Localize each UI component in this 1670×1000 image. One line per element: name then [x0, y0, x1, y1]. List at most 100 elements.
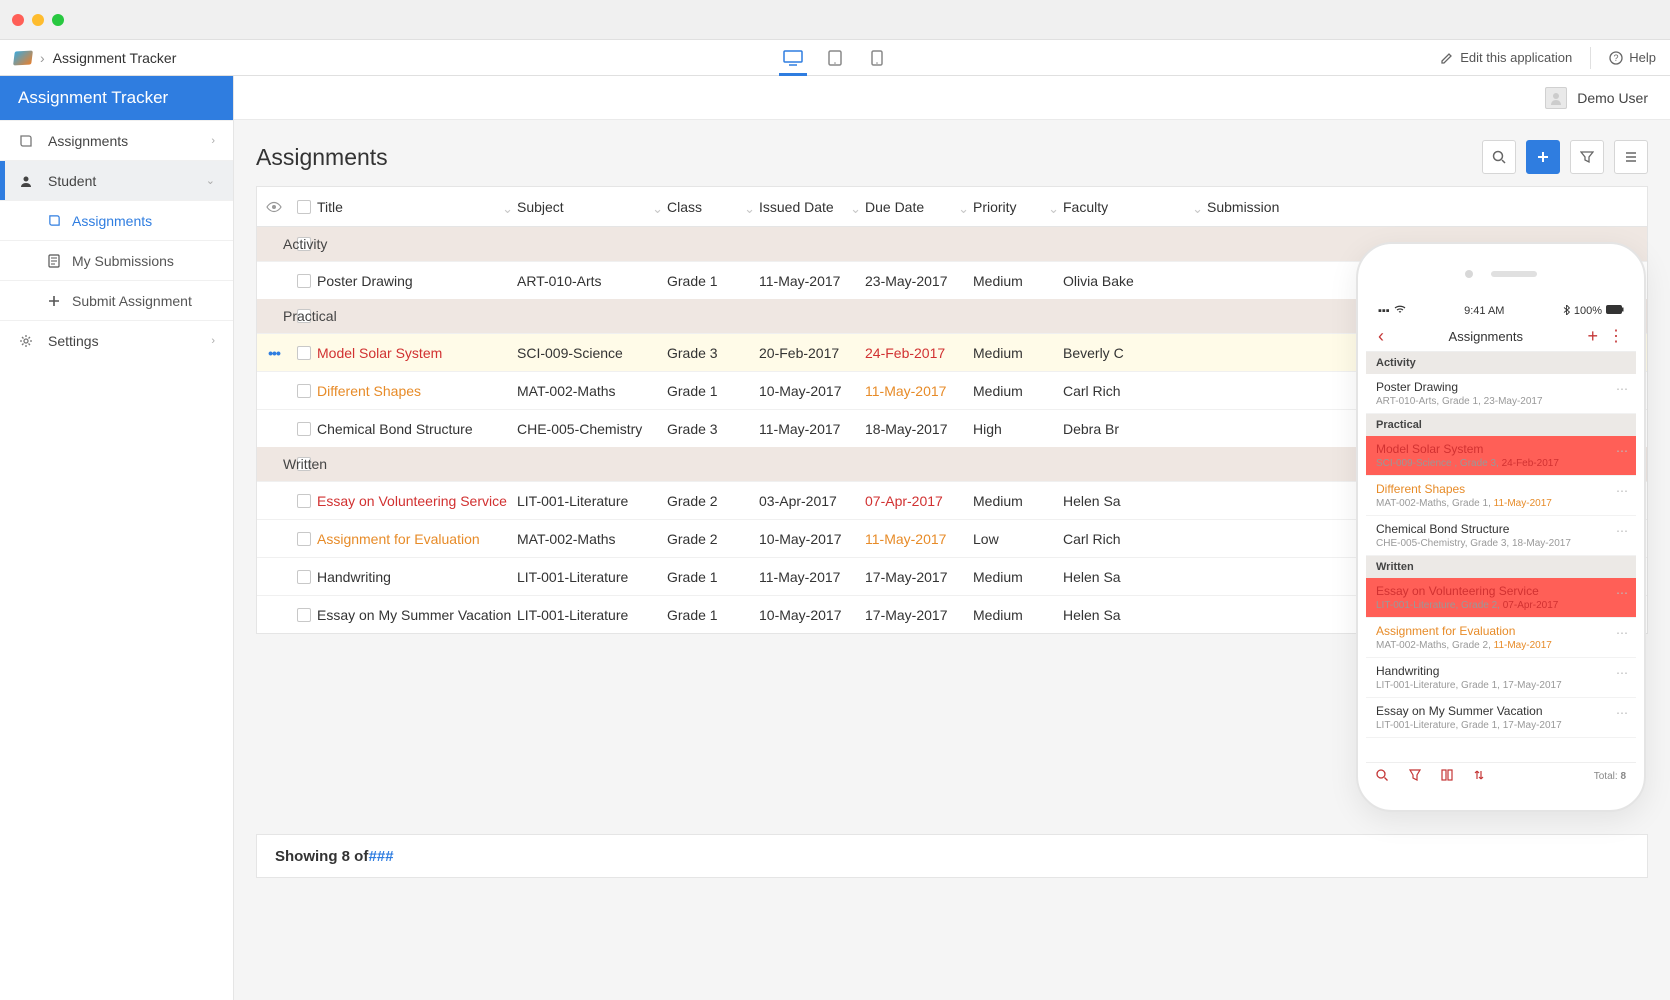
col-due[interactable]: Due Date	[865, 199, 973, 215]
filter-icon	[1580, 150, 1594, 164]
help-link[interactable]: ? Help	[1609, 50, 1656, 65]
phone-list-item[interactable]: Assignment for EvaluationMAT-002-Maths, …	[1366, 618, 1636, 658]
phone-speaker	[1465, 265, 1537, 281]
phone-more-button[interactable]: ⋮	[1608, 326, 1624, 347]
col-class[interactable]: Class	[667, 199, 759, 215]
edit-app-label: Edit this application	[1460, 50, 1572, 65]
filter-button[interactable]	[1570, 140, 1604, 174]
phone-list-item[interactable]: Model Solar SystemSCI-009-Science , Grad…	[1366, 436, 1636, 476]
phone-list-item[interactable]: Different ShapesMAT-002-Maths, Grade 1, …	[1366, 476, 1636, 516]
phone-item-more-icon[interactable]: ⋯	[1616, 484, 1628, 498]
add-button[interactable]	[1526, 140, 1560, 174]
sidebar-item-settings[interactable]: Settings ›	[0, 320, 233, 360]
pager-text: Showing 8 of	[275, 848, 368, 865]
row-checkbox[interactable]	[297, 346, 311, 360]
phone-item-more-icon[interactable]: ⋯	[1616, 706, 1628, 720]
phone-sort-icon[interactable]	[1473, 769, 1485, 784]
sidebar-item-student[interactable]: Student ⌄	[0, 160, 233, 200]
phone-add-button[interactable]: +	[1587, 326, 1598, 347]
toolbar	[1482, 140, 1648, 174]
breadcrumb-app[interactable]: Assignment Tracker	[53, 50, 177, 66]
col-issued[interactable]: Issued Date	[759, 199, 865, 215]
row-checkbox[interactable]	[297, 494, 311, 508]
user-name[interactable]: Demo User	[1577, 90, 1648, 106]
search-button[interactable]	[1482, 140, 1516, 174]
help-label: Help	[1629, 50, 1656, 65]
close-window-icon[interactable]	[12, 14, 24, 26]
phone-item-more-icon[interactable]: ⋯	[1616, 666, 1628, 680]
edit-app-link[interactable]: Edit this application	[1440, 50, 1572, 65]
more-button[interactable]	[1614, 140, 1648, 174]
row-checkbox[interactable]	[297, 384, 311, 398]
sidebar-item-assignments[interactable]: Assignments ›	[0, 120, 233, 160]
desktop-view-icon[interactable]	[783, 50, 803, 66]
user-icon	[18, 174, 34, 188]
topbar: › Assignment Tracker Edit this applicati…	[0, 40, 1670, 76]
phone-group-header: Written	[1366, 556, 1636, 578]
phone-item-more-icon[interactable]: ⋯	[1616, 444, 1628, 458]
maximize-window-icon[interactable]	[52, 14, 64, 26]
minimize-window-icon[interactable]	[32, 14, 44, 26]
sidebar-item-label: Student	[48, 173, 96, 189]
phone-battery-pct: 100%	[1574, 305, 1602, 317]
gear-icon	[18, 334, 34, 348]
phone-list-item[interactable]: Chemical Bond StructureCHE-005-Chemistry…	[1366, 516, 1636, 556]
sidebar-item-label: Settings	[48, 333, 99, 349]
col-priority[interactable]: Priority	[973, 199, 1063, 215]
row-menu-icon[interactable]: •••	[268, 345, 280, 361]
phone-group-header: Practical	[1366, 414, 1636, 436]
row-checkbox[interactable]	[297, 570, 311, 584]
phone-list-item[interactable]: Essay on Volunteering ServiceLIT-001-Lit…	[1366, 578, 1636, 618]
col-submission[interactable]: Submission	[1207, 199, 1377, 215]
document-icon	[46, 254, 62, 268]
phone-list-item[interactable]: HandwritingLIT-001-Literature, Grade 1, …	[1366, 658, 1636, 698]
eye-icon	[266, 201, 282, 213]
row-checkbox[interactable]	[297, 532, 311, 546]
book-icon	[18, 134, 34, 148]
phone-item-more-icon[interactable]: ⋯	[1616, 586, 1628, 600]
avatar[interactable]	[1545, 87, 1567, 109]
phone-list-item[interactable]: Poster DrawingART-010-Arts, Grade 1, 23-…	[1366, 374, 1636, 414]
col-faculty[interactable]: Faculty	[1063, 199, 1207, 215]
help-icon: ?	[1609, 51, 1623, 65]
eye-column[interactable]	[257, 201, 291, 213]
select-all[interactable]	[291, 200, 317, 214]
search-icon	[1492, 150, 1507, 165]
chevron-right-icon: ›	[211, 335, 215, 347]
col-subject[interactable]: Subject	[517, 199, 667, 215]
sidebar-sub-my-submissions[interactable]: My Submissions	[0, 240, 233, 280]
row-checkbox[interactable]	[297, 422, 311, 436]
sidebar-item-label: Assignments	[48, 133, 128, 149]
phone-search-icon[interactable]	[1376, 769, 1389, 785]
pager: Showing 8 of ###	[256, 834, 1648, 878]
bluetooth-icon	[1563, 305, 1570, 318]
mobile-view-icon[interactable]	[867, 50, 887, 66]
app-logo-icon	[13, 50, 33, 65]
phone-item-more-icon[interactable]: ⋯	[1616, 382, 1628, 396]
phone-item-more-icon[interactable]: ⋯	[1616, 524, 1628, 538]
sidebar-brand: Assignment Tracker	[0, 76, 233, 120]
sidebar-sub-assignments[interactable]: Assignments	[0, 200, 233, 240]
plus-icon	[46, 295, 62, 307]
menu-icon	[1624, 150, 1638, 164]
user-strip: Demo User	[234, 76, 1670, 120]
col-title[interactable]: Title	[317, 199, 517, 215]
pencil-icon	[1440, 51, 1454, 65]
sidebar: Assignment Tracker Assignments › Student…	[0, 76, 234, 1000]
tablet-view-icon[interactable]	[825, 50, 845, 66]
divider	[1590, 47, 1591, 69]
phone-item-more-icon[interactable]: ⋯	[1616, 626, 1628, 640]
row-checkbox[interactable]	[297, 274, 311, 288]
phone-list-item[interactable]: Essay on My Summer VacationLIT-001-Liter…	[1366, 698, 1636, 738]
phone-page-title: Assignments	[1384, 329, 1587, 344]
page-title: Assignments	[256, 144, 388, 171]
phone-columns-icon[interactable]	[1441, 769, 1453, 784]
sidebar-sub-submit-assignment[interactable]: Submit Assignment	[0, 280, 233, 320]
pager-total: ###	[368, 848, 393, 865]
svg-text:?: ?	[1614, 53, 1619, 63]
sidebar-item-label: Submit Assignment	[72, 293, 192, 309]
phone-filter-icon[interactable]	[1409, 769, 1421, 784]
row-checkbox[interactable]	[297, 608, 311, 622]
battery-icon	[1606, 305, 1624, 317]
chevron-right-icon: ›	[211, 135, 215, 147]
